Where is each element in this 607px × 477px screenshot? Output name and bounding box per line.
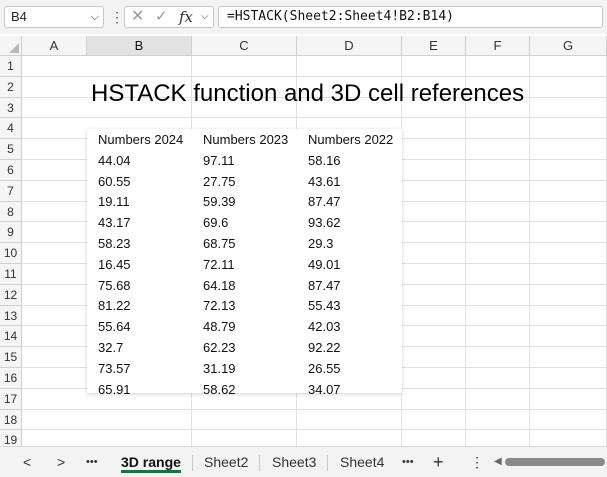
table-cell[interactable]: 27.75: [203, 171, 236, 191]
row-header-8[interactable]: 8: [0, 201, 22, 223]
name-box-value: B4: [11, 9, 27, 24]
table-cell[interactable]: 34.07: [308, 379, 341, 399]
column-header-e[interactable]: E: [402, 36, 466, 56]
grid-line: [22, 117, 607, 119]
table-cell[interactable]: 68.75: [203, 233, 236, 253]
add-sheet-button[interactable]: +: [433, 447, 444, 477]
sheet-title[interactable]: HSTACK function and 3D cell references: [91, 78, 524, 110]
tab-sheet4[interactable]: Sheet4: [340, 447, 384, 477]
chevron-down-icon[interactable]: ⌵: [91, 7, 99, 27]
table-cell[interactable]: 87.47: [308, 191, 341, 211]
table-cell[interactable]: 59.39: [203, 191, 236, 211]
row-header-4[interactable]: 4: [0, 118, 22, 140]
tab-3d-range[interactable]: 3D range: [121, 447, 181, 477]
grid-line: [22, 408, 607, 410]
chevron-left-icon[interactable]: <: [23, 447, 31, 477]
column-header-f[interactable]: F: [466, 36, 530, 56]
table-cell[interactable]: 58.62: [203, 379, 236, 399]
table-cell[interactable]: 87.47: [308, 275, 341, 295]
name-box[interactable]: B4 ⌵: [4, 6, 104, 28]
row-header-6[interactable]: 6: [0, 160, 22, 181]
row-header-14[interactable]: 14: [0, 326, 22, 348]
tab-options-icon[interactable]: ⋮: [470, 447, 484, 477]
table-cell[interactable]: 73.57: [98, 358, 131, 378]
column-header-d[interactable]: D: [297, 36, 402, 56]
row-header-13[interactable]: 13: [0, 305, 22, 327]
row-header-16[interactable]: 16: [0, 368, 22, 389]
tab-sheet2[interactable]: Sheet2: [204, 447, 248, 477]
grid-line: [22, 75, 607, 77]
insert-function-button[interactable]: fx: [179, 7, 193, 27]
table-cell[interactable]: 58.16: [308, 150, 341, 170]
grid-line: [22, 429, 607, 431]
formula-input[interactable]: =HSTACK(Sheet2:Sheet4!B2:B14): [218, 6, 603, 28]
row-header-5[interactable]: 5: [0, 139, 22, 160]
table-cell[interactable]: 72.13: [203, 295, 236, 315]
row-header-3[interactable]: 3: [0, 97, 22, 119]
table-cell[interactable]: 60.55: [98, 171, 131, 191]
tab-divider: [259, 455, 260, 471]
table-cell[interactable]: 58.23: [98, 233, 131, 253]
chevron-right-icon[interactable]: >: [57, 447, 65, 477]
tab-divider: [327, 455, 328, 471]
more-options-icon[interactable]: ⋮: [110, 5, 124, 29]
chevron-down-icon[interactable]: ⌵: [201, 7, 209, 27]
table-cell[interactable]: 72.11: [203, 254, 235, 274]
table-cell[interactable]: 43.17: [98, 212, 131, 232]
column-header-a[interactable]: A: [22, 36, 87, 56]
table-cell[interactable]: 48.79: [203, 316, 236, 336]
row-header-9[interactable]: 9: [0, 222, 22, 244]
scroll-left-icon[interactable]: ◀: [494, 455, 502, 469]
table-cell[interactable]: 81.22: [98, 295, 131, 315]
row-header-11[interactable]: 11: [0, 264, 22, 285]
close-icon[interactable]: ✕: [131, 7, 144, 27]
row-header-7[interactable]: 7: [0, 180, 22, 202]
table-cell[interactable]: 55.64: [98, 316, 131, 336]
table-header-cell[interactable]: Numbers 2023: [203, 129, 288, 149]
table-cell[interactable]: 19.11: [98, 191, 130, 211]
spill-range-table: Numbers 2024 Numbers 2023 Numbers 2022 44.0…: [87, 129, 402, 397]
row-header-17[interactable]: 17: [0, 388, 22, 410]
table-cell[interactable]: 26.55: [308, 358, 341, 378]
tab-divider: [192, 455, 193, 471]
table-header-cell[interactable]: Numbers 2024: [98, 129, 183, 149]
table-cell[interactable]: 32.7: [98, 337, 123, 357]
table-cell[interactable]: 62.23: [203, 337, 236, 357]
table-cell[interactable]: 97.11: [203, 150, 235, 170]
table-cell[interactable]: 49.01: [308, 254, 341, 274]
sheet-tab-bar: < > ••• 3D range Sheet2 Sheet3 Sheet4 ••…: [0, 446, 607, 477]
column-header-c[interactable]: C: [192, 36, 297, 56]
table-cell[interactable]: 55.43: [308, 295, 341, 315]
table-cell[interactable]: 75.68: [98, 275, 131, 295]
table-cell[interactable]: 29.3: [308, 233, 333, 253]
column-header-g[interactable]: G: [530, 36, 607, 56]
table-cell[interactable]: 43.61: [308, 171, 341, 191]
column-header-b[interactable]: B: [87, 36, 192, 56]
table-cell[interactable]: 65.91: [98, 379, 131, 399]
row-header-12[interactable]: 12: [0, 284, 22, 306]
more-sheets-icon[interactable]: •••: [86, 447, 98, 477]
horizontal-scrollbar[interactable]: [505, 458, 605, 466]
tab-sheet3[interactable]: Sheet3: [272, 447, 316, 477]
table-cell[interactable]: 93.62: [308, 212, 341, 232]
table-cell[interactable]: 16.45: [98, 254, 131, 274]
row-header-10[interactable]: 10: [0, 243, 22, 264]
check-icon[interactable]: ✓: [155, 7, 168, 27]
table-header-cell[interactable]: Numbers 2022: [308, 129, 393, 149]
table-cell[interactable]: 92.22: [308, 337, 341, 357]
table-cell[interactable]: 31.19: [203, 358, 236, 378]
table-cell[interactable]: 42.03: [308, 316, 341, 336]
table-cell[interactable]: 69.6: [203, 212, 228, 232]
select-all-button[interactable]: [0, 36, 22, 56]
row-header-2[interactable]: 2: [0, 76, 22, 98]
row-header-1[interactable]: 1: [0, 56, 22, 77]
row-header-18[interactable]: 18: [0, 409, 22, 431]
more-tabs-icon[interactable]: •••: [402, 447, 414, 477]
formula-actions: ✕ ✓ fx ⌵: [124, 6, 214, 28]
table-cell[interactable]: 44.04: [98, 150, 131, 170]
row-header-15[interactable]: 15: [0, 347, 22, 368]
table-cell[interactable]: 64.18: [203, 275, 236, 295]
formula-bar: B4 ⌵ ⋮ ✕ ✓ fx ⌵ =HSTACK(Sheet2:Sheet4!B2…: [0, 0, 607, 34]
